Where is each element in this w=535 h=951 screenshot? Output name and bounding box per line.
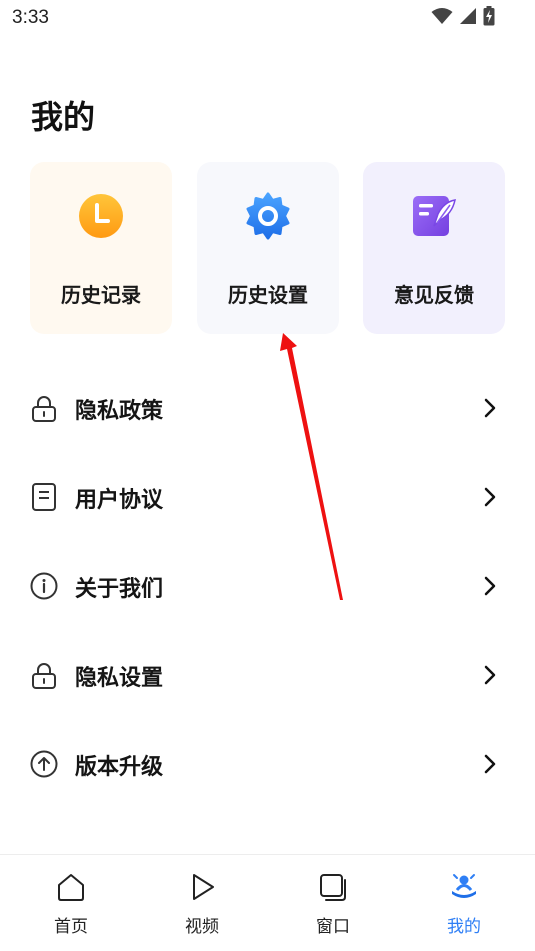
document-icon	[32, 483, 56, 511]
bottom-tab-bar: 首页 视频 窗口 我的	[0, 854, 535, 951]
menu-label-privacy-settings: 隐私设置	[75, 666, 164, 691]
history-settings-label: 历史设置	[228, 283, 308, 307]
gear-icon	[246, 192, 290, 240]
chevron-right-icon	[484, 665, 496, 685]
status-bar: 3:33	[0, 0, 535, 38]
history-settings-card[interactable]: 历史设置	[197, 162, 339, 334]
tab-profile[interactable]: 我的	[399, 855, 529, 951]
chevron-right-icon	[484, 398, 496, 418]
chevron-right-icon	[484, 754, 496, 774]
feedback-card[interactable]: 意见反馈	[363, 162, 505, 334]
feedback-label: 意见反馈	[394, 283, 474, 307]
tab-label-window: 窗口	[316, 917, 350, 937]
menu-item-version-upgrade[interactable]: 版本升级	[0, 719, 535, 808]
lock-icon	[32, 663, 56, 689]
status-time: 3:33	[12, 7, 49, 28]
info-icon	[30, 572, 58, 600]
profile-icon	[452, 874, 476, 898]
wifi-icon	[431, 8, 453, 24]
signal-icon	[460, 8, 476, 24]
home-icon	[58, 874, 84, 901]
menu-label-user-agreement: 用户协议	[75, 488, 164, 513]
tab-window[interactable]: 窗口	[268, 855, 398, 951]
chevron-right-icon	[484, 487, 496, 507]
menu-item-privacy-settings[interactable]: 隐私设置	[0, 630, 535, 719]
feedback-note-icon	[413, 196, 456, 236]
history-record-card[interactable]: 历史记录	[30, 162, 172, 334]
menu-label-version-upgrade: 版本升级	[75, 755, 164, 780]
tab-label-profile: 我的	[447, 917, 481, 937]
status-icons	[431, 6, 495, 26]
tab-label-video: 视频	[185, 917, 219, 937]
quick-cards: 历史记录 历史设置 意见反馈	[30, 162, 506, 334]
history-record-label: 历史记录	[61, 283, 141, 307]
menu-item-about-us[interactable]: 关于我们	[0, 541, 535, 630]
tab-home[interactable]: 首页	[6, 855, 136, 951]
menu-item-privacy-policy[interactable]: 隐私政策	[0, 363, 535, 452]
menu-label-about-us: 关于我们	[75, 577, 164, 602]
play-icon	[193, 874, 214, 900]
upgrade-icon	[30, 750, 58, 778]
tab-label-home: 首页	[54, 917, 88, 937]
battery-icon	[483, 6, 495, 26]
window-icon	[320, 874, 346, 901]
menu-label-privacy-policy: 隐私政策	[75, 399, 164, 424]
clock-icon	[79, 194, 123, 238]
lock-icon	[32, 396, 56, 422]
page-title: 我的	[31, 98, 96, 136]
chevron-right-icon	[484, 576, 496, 596]
menu-item-user-agreement[interactable]: 用户协议	[0, 452, 535, 541]
tab-video[interactable]: 视频	[137, 855, 267, 951]
